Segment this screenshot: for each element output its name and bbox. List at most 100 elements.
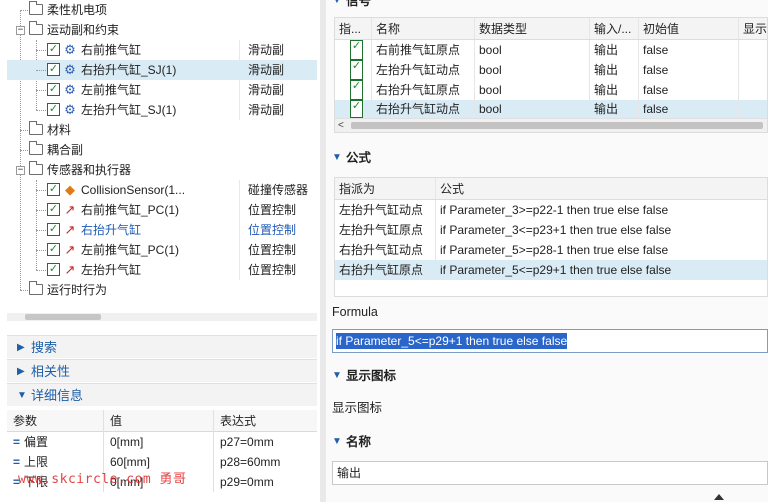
tree-row-position-control[interactable]: ✓ ↗ 右抬升气缸 位置控制 [7,220,317,240]
scrollbar-thumb[interactable] [25,314,101,320]
header-param: 参数 [13,414,38,428]
visibility-checkbox[interactable]: ✓ [47,43,60,56]
header-expression: 表达式 [213,410,317,432]
section-title: 搜索 [31,340,58,355]
formula-section-header[interactable]: ▼ 公式 [326,147,768,169]
show-icon-section-header[interactable]: ▼ 显示图标 [326,365,768,387]
tree-row-position-control[interactable]: ✓ ↗ 左前推气缸_PC(1) 位置控制 [7,240,317,260]
header-assigned: 指... [339,22,362,36]
param-expression: p27=0mm [213,432,317,452]
tree-row-position-control[interactable]: ✓ ↗ 右前推气缸_PC(1) 位置控制 [7,200,317,220]
signals-horizontal-scrollbar[interactable]: < [335,118,767,132]
formula-assign: 右抬升气缸动点 [339,243,424,257]
expression-icon: = [13,435,21,449]
visibility-checkbox[interactable]: ✓ [47,83,60,96]
details-section-header[interactable]: ▼ 详细信息 [7,383,317,406]
signal-row[interactable]: ✓ 左抬升气缸动点 bool 输出 false [335,60,767,80]
visibility-checkbox[interactable]: ✓ [47,203,60,216]
signal-io: 输出 [589,80,638,100]
tree-row-joints-constraints[interactable]: − 运动副和约束 [7,20,317,40]
tree-row-flexible-items[interactable]: 柔性机电项 [7,0,317,20]
collapse-icon[interactable]: − [16,166,25,175]
formula-row[interactable]: 右抬升气缸动点 if Parameter_5>=p28-1 then true … [335,240,767,260]
formula-row[interactable]: 右抬升气缸原点 if Parameter_5<=p29+1 then true … [335,260,767,280]
formula-expression: if Parameter_5>=p28-1 then true else fal… [435,240,767,260]
assigned-checkbox[interactable]: ✓ [350,60,363,80]
tree-row-label: 传感器和执行器 [47,163,132,177]
formula-row[interactable]: 左抬升气缸原点 if Parameter_3<=p23+1 then true … [335,220,767,240]
visibility-checkbox[interactable]: ✓ [47,183,60,196]
chevron-down-icon: ▼ [17,390,27,401]
header-display: 显示 [738,18,767,39]
signal-name: 右抬升气缸原点 [371,80,474,100]
details-header: 参数 值 表达式 [7,410,317,432]
section-title: 公式 [346,151,372,165]
navigator-pane: 柔性机电项 − 运动副和约束 ✓ ⚙ 右前推气缸 滑动副 ✓ ⚙ 右抬升气缸_S… [0,0,320,502]
assigned-checkbox[interactable]: ✓ [350,80,363,100]
chevron-right-icon: ▶ [17,366,25,377]
folder-open-icon [29,21,43,35]
signal-row[interactable]: ✓ 右前推气缸原点 bool 输出 false [335,40,767,60]
tree-row-label: 左抬升气缸 [81,263,142,277]
formula-header: 指派为 公式 [335,178,767,200]
tree-row-couplers[interactable]: 耦合副 [7,140,317,160]
tree-row-type: 位置控制 [239,240,296,260]
show-icon-option[interactable]: 显示图标 [332,397,382,416]
param-value: 0[mm] [103,432,213,452]
tree-row-type: 滑动副 [239,80,284,100]
tree-row-joint[interactable]: ✓ ⚙ 右抬升气缸_SJ(1) 滑动副 [7,60,317,80]
properties-pane: ▼ 信号 指... 名称 数据类型 输入/... 初始值 显示 ✓ 右前推气缸原… [326,0,768,502]
tree-row-runtime-behaviors[interactable]: 运行时行为 [7,280,317,300]
assigned-checkbox[interactable]: ✓ [350,100,363,118]
visibility-checkbox[interactable]: ✓ [47,223,60,236]
tree-row-joint[interactable]: ✓ ⚙ 左前推气缸 滑动副 [7,80,317,100]
tree-row-joint[interactable]: ✓ ⚙ 左抬升气缸_SJ(1) 滑动副 [7,100,317,120]
name-section-header[interactable]: ▼ 名称 [326,431,768,453]
chevron-down-icon: ▼ [332,152,342,163]
formula-row[interactable]: 左抬升气缸动点 if Parameter_3>=p22-1 then true … [335,200,767,220]
signal-row[interactable]: ✓ 右抬升气缸原点 bool 输出 false [335,80,767,100]
formula-table: 指派为 公式 左抬升气缸动点 if Parameter_3>=p22-1 the… [334,177,768,297]
signals-section-header[interactable]: ▼ 信号 [326,0,768,12]
param-name: 上限 [24,455,49,469]
tree-horizontal-scrollbar[interactable] [7,313,317,321]
tree-row-type: 位置控制 [239,260,296,280]
scrollbar-thumb[interactable] [351,122,763,129]
visibility-checkbox[interactable]: ✓ [47,63,60,76]
tree-row-sensor[interactable]: ✓ ◆ CollisionSensor(1... 碰撞传感器 [7,180,317,200]
tree-row-label: 左前推气缸 [81,83,142,97]
param-name: 偏置 [24,435,49,449]
search-section-header[interactable]: ▶ 搜索 [7,335,317,358]
tree-row-sensors-actuators[interactable]: − 传感器和执行器 [7,160,317,180]
formula-expression: if Parameter_5<=p29+1 then true else fal… [435,260,767,280]
expand-arrow-icon[interactable] [714,494,724,500]
details-row[interactable]: = 偏置 0[mm] p27=0mm [7,432,317,452]
visibility-checkbox[interactable]: ✓ [47,103,60,116]
scroll-left-icon[interactable]: < [338,119,344,132]
param-expression: p29=0mm [213,472,317,492]
assigned-checkbox[interactable]: ✓ [350,40,363,60]
tree-row-label: 左前推气缸_PC(1) [81,243,180,257]
position-control-icon: ↗ [64,242,76,257]
collapse-icon[interactable]: − [16,26,25,35]
tree-row-joint[interactable]: ✓ ⚙ 右前推气缸 滑动副 [7,40,317,60]
folder-icon [29,141,43,155]
tree-row-materials[interactable]: 材料 [7,120,317,140]
signal-row[interactable]: ✓ 右抬升气缸动点 bool 输出 false [335,100,767,118]
name-input[interactable]: 输出 [332,461,768,485]
formula-input[interactable]: if Parameter_5<=p29+1 then true else fal… [332,329,768,353]
tree-row-position-control[interactable]: ✓ ↗ 左抬升气缸 位置控制 [7,260,317,280]
folder-icon [29,281,43,295]
formula-assign: 右抬升气缸原点 [339,263,424,277]
collision-sensor-icon: ◆ [65,182,75,197]
tree-row-label: 右抬升气缸 [81,223,142,237]
folder-icon [29,121,43,135]
folder-open-icon [29,161,43,175]
relevance-section-header[interactable]: ▶ 相关性 [7,359,317,382]
visibility-checkbox[interactable]: ✓ [47,243,60,256]
formula-assign: 左抬升气缸原点 [339,223,424,237]
tree-row-type: 滑动副 [239,40,284,60]
visibility-checkbox[interactable]: ✓ [47,263,60,276]
section-title: 信号 [346,0,372,8]
signal-name: 左抬升气缸动点 [371,60,474,80]
